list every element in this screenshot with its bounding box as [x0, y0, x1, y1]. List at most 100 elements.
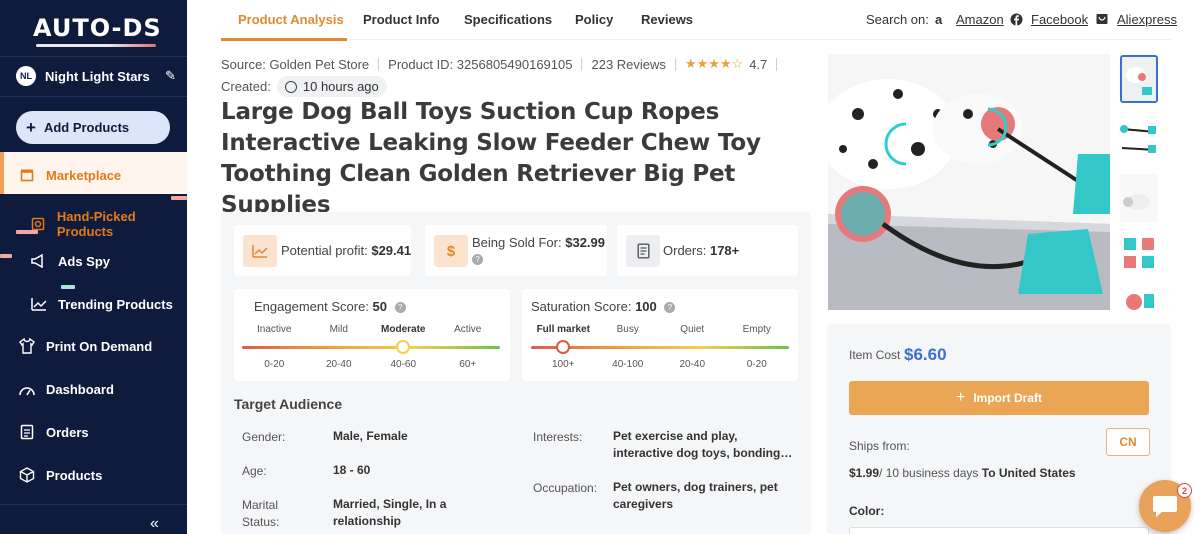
thumbnail-4[interactable] [1120, 234, 1158, 282]
search-facebook-link[interactable]: Facebook [1031, 12, 1088, 27]
product-main-image[interactable] [828, 54, 1110, 310]
scale-range-label: 20-40 [325, 359, 352, 370]
pricing-panel: Item Cost $6.60 + Import Draft Ships fro… [827, 324, 1171, 534]
scale-level-label: Empty [742, 324, 771, 335]
sidebar-item-print-on-demand[interactable]: Print On Demand [18, 337, 152, 355]
scale-range-label: 0-20 [264, 359, 285, 370]
sidebar-item-trending[interactable]: Trending Products [30, 295, 173, 313]
occupation-label: Occupation: [533, 481, 598, 495]
clock-icon [284, 80, 297, 93]
logo[interactable]: AUTO-DS [33, 14, 162, 42]
tab-product-analysis[interactable]: Product Analysis [238, 12, 344, 27]
created-chip: 10 hours ago [276, 76, 387, 97]
gender-value: Male, Female [333, 429, 408, 443]
sidebar-item-products[interactable]: Products [18, 466, 102, 484]
sidebar-item-label: Ads Spy [58, 253, 111, 269]
search-aliexpress-link[interactable]: Aliexpress [1117, 12, 1177, 27]
created-row: Created: 10 hours ago [221, 76, 387, 97]
store-selector[interactable]: NL Night Light Stars ✎ [16, 66, 176, 86]
rating-stars-icon: ★★★★☆ [684, 56, 744, 71]
help-icon[interactable]: ? [664, 302, 676, 313]
receipt-icon [626, 235, 660, 267]
engagement-label: Engagement Score: [254, 299, 369, 314]
engagement-card: Engagement Score: 50 ? Inactive Mild Moder… [234, 289, 510, 381]
ships-from-label: Ships from: [849, 439, 910, 453]
marital-value-line1: Married, Single, In a [333, 497, 447, 511]
dollar-icon: $ [434, 235, 468, 267]
color-label: Color: [849, 504, 885, 518]
thumbnail-1[interactable] [1120, 55, 1158, 103]
divider [378, 57, 380, 71]
marital-label-line1: Marital [242, 498, 279, 512]
sidebar-item-label: Hand-Picked Products [56, 209, 136, 239]
edit-icon[interactable]: ✎ [165, 68, 176, 84]
sidebar-item-marketplace[interactable]: Marketplace [18, 166, 121, 184]
profit-card: Potential profit: $29.41 [234, 225, 411, 276]
sold-value: $32.99 [565, 235, 605, 250]
scale-range-label: 100+ [551, 359, 575, 370]
divider [776, 57, 778, 71]
sidebar: AUTO-DS NL Night Light Stars ✎ + Add Pro… [0, 0, 187, 534]
store-avatar: NL [16, 66, 36, 86]
tab-reviews[interactable]: Reviews [641, 12, 693, 27]
gender-label: Gender: [242, 430, 286, 444]
scale-range-label: 40-100 [612, 359, 644, 370]
thumbnail-5[interactable] [1120, 290, 1158, 310]
chat-icon [1153, 496, 1177, 517]
divider [674, 57, 676, 71]
orders-text: Orders: 178+ [663, 243, 739, 258]
megaphone-icon [30, 252, 48, 270]
scale-level-label: Quiet [680, 324, 705, 335]
orders-label: Orders: [663, 243, 707, 258]
interests-value-line2: interactive dog toys, bonding… [613, 446, 793, 460]
shipping-info: $1.99/ 10 business days To United States [849, 466, 1076, 480]
marital-label-line2: Status: [242, 515, 280, 529]
import-draft-button[interactable]: + Import Draft [849, 381, 1149, 415]
collapse-sidebar-icon[interactable]: « [150, 515, 159, 533]
color-selector[interactable] [849, 527, 1149, 534]
reviews-count[interactable]: 223 Reviews [591, 57, 665, 72]
sold-label: Being Sold For: [472, 235, 562, 250]
scale-indicator-knob [556, 340, 571, 354]
clipboard-icon [18, 423, 36, 441]
decor-stripe [0, 254, 12, 258]
saturation-title: Saturation Score: 100 ? [531, 299, 676, 314]
help-icon[interactable]: ? [394, 302, 406, 313]
product-source: Source: Golden Pet Store [221, 56, 370, 72]
scale-indicator-knob [396, 340, 411, 354]
scale-level-label: Busy [616, 324, 639, 335]
sidebar-item-label: Dashboard [46, 381, 114, 397]
age-label: Age: [242, 464, 267, 478]
add-products-button[interactable]: + Add Products [16, 111, 170, 144]
help-icon[interactable]: ? [472, 254, 483, 265]
thumbnail-2[interactable] [1120, 114, 1158, 162]
sidebar-item-label: Products [46, 467, 103, 483]
decor-stripe [61, 285, 75, 289]
tab-product-info[interactable]: Product Info [363, 12, 440, 27]
amazon-icon: a [935, 12, 943, 27]
sidebar-item-dashboard[interactable]: Dashboard [18, 380, 114, 398]
sidebar-item-ads-spy[interactable]: Ads Spy [30, 252, 110, 270]
analysis-panel: Potential profit: $29.41 $ Being Sold Fo… [221, 212, 811, 534]
facebook-icon [1010, 12, 1023, 29]
plus-icon: + [955, 389, 966, 406]
scale-range-label: 0-20 [746, 359, 767, 370]
profit-value: $29.41 [371, 243, 412, 258]
decor-stripe [171, 196, 187, 200]
sidebar-item-orders[interactable]: Orders [18, 423, 89, 441]
aliexpress-icon [1096, 12, 1108, 28]
tab-specifications[interactable]: Specifications [464, 12, 552, 27]
sidebar-item-hand-picked[interactable]: Hand-Picked Products [30, 209, 187, 239]
search-amazon-link[interactable]: Amazon [956, 12, 1004, 27]
ships-from-option-cn[interactable]: CN [1106, 428, 1150, 456]
thumbnail-3[interactable] [1120, 174, 1158, 222]
tab-policy[interactable]: Policy [575, 12, 613, 27]
scale-level-label: Mild [329, 324, 348, 335]
logo-underline [36, 44, 156, 47]
shirt-icon [18, 337, 36, 355]
scale-bar [242, 346, 500, 349]
sidebar-item-label: Print On Demand [46, 338, 153, 354]
scale-range-label: 60+ [459, 359, 477, 370]
item-cost-value: $6.60 [904, 345, 947, 364]
saturation-label: Saturation Score: [531, 299, 632, 314]
